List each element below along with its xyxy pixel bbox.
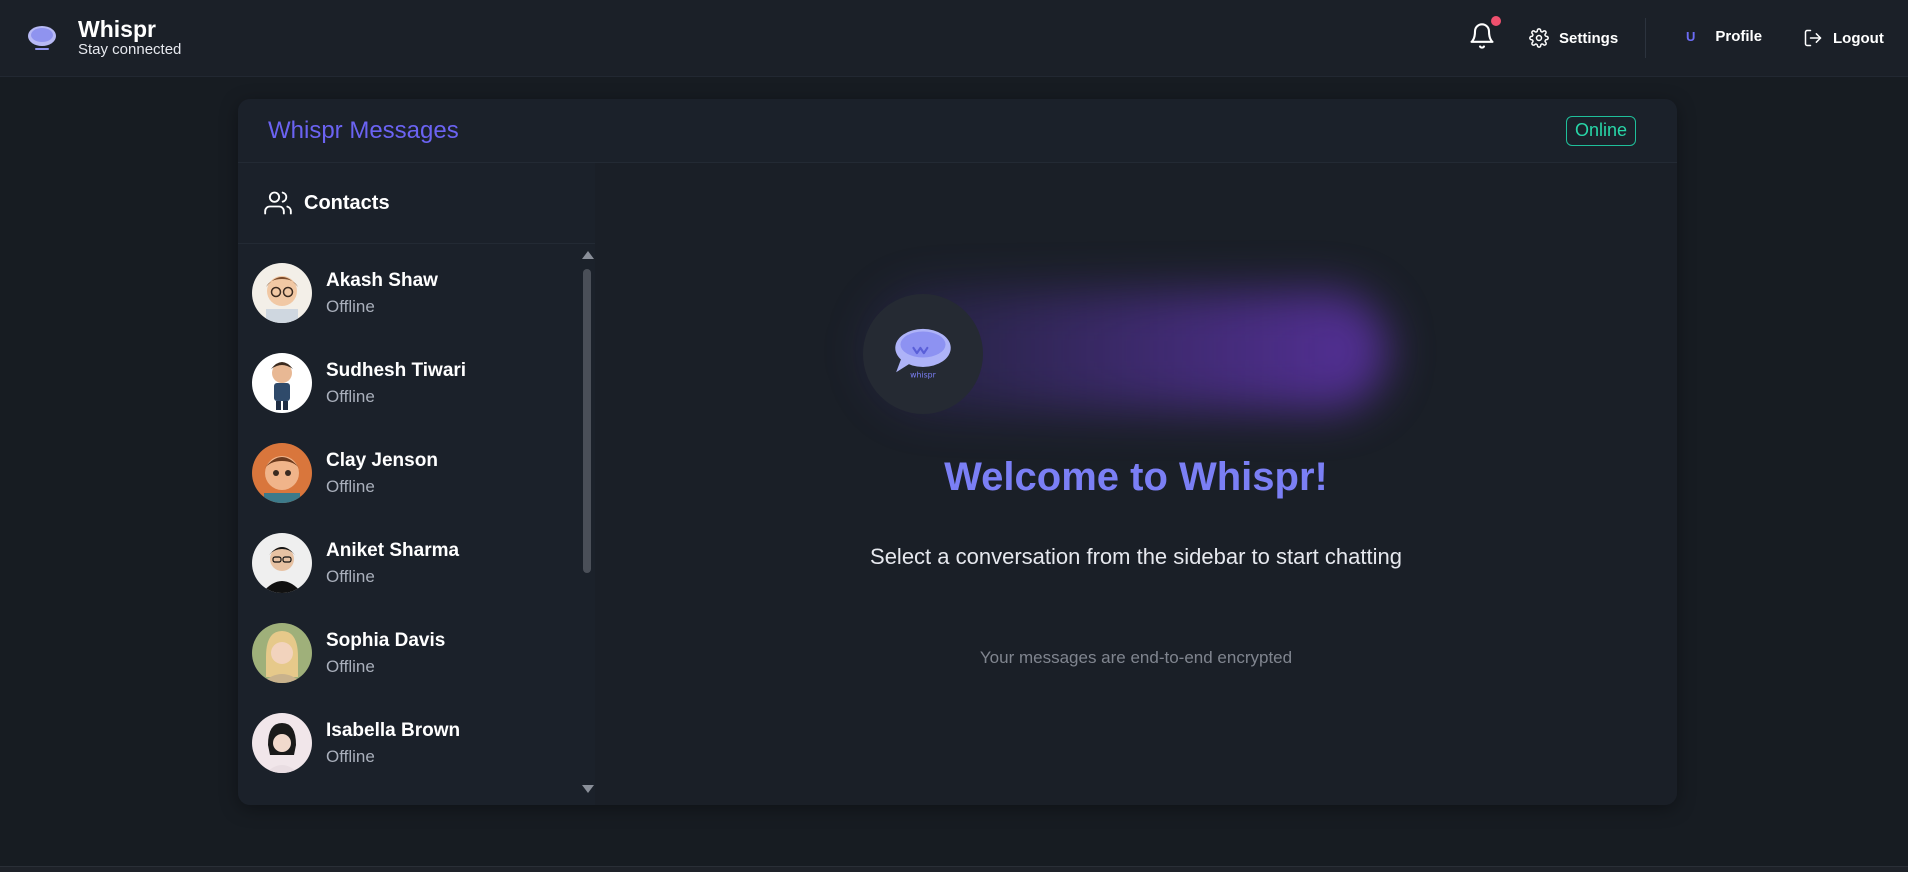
card-header: Whispr Messages Online: [238, 99, 1677, 163]
contact-item[interactable]: Clay Jenson Offline: [238, 428, 578, 518]
bottom-edge: [0, 866, 1908, 872]
logout-label: Logout: [1833, 29, 1884, 47]
logout-button[interactable]: Logout: [1803, 28, 1884, 48]
settings-label: Settings: [1559, 29, 1619, 47]
gear-icon: [1529, 28, 1549, 48]
notification-dot: [1491, 16, 1501, 26]
contacts-title: Contacts: [304, 191, 390, 214]
contact-item[interactable]: Aniket Sharma Offline: [238, 518, 578, 608]
logout-icon: [1804, 29, 1822, 47]
contact-name: Isabella Brown: [326, 719, 461, 741]
avatar: [252, 533, 312, 593]
scroll-thumb[interactable]: [583, 269, 591, 573]
contact-item[interactable]: Sophia Davis Offline: [238, 608, 578, 698]
notification-bell-icon[interactable]: [1468, 22, 1496, 50]
settings-button[interactable]: Settings: [1529, 28, 1618, 48]
scroll-up-arrow[interactable]: [582, 251, 594, 259]
avatar: [252, 263, 312, 323]
profile-avatar: U: [1686, 29, 1696, 44]
avatar: [252, 353, 312, 413]
chat-bubble-logo-icon: [28, 25, 56, 50]
avatar: [252, 713, 312, 773]
app-name: Whispr: [78, 16, 156, 43]
profile-button[interactable]: U Profile: [1686, 28, 1762, 45]
users-icon: [264, 191, 292, 215]
status-badge: Online: [1566, 116, 1637, 146]
avatar: [252, 443, 312, 503]
chat-bubble-logo-icon: whispr: [895, 328, 951, 379]
contacts-header: Contacts: [238, 163, 595, 244]
contact-name: Aniket Sharma: [326, 539, 460, 561]
scroll-down-arrow[interactable]: [582, 785, 594, 793]
scrollbar-overlay: [238, 99, 594, 793]
encryption-note: Your messages are end-to-end encrypted: [979, 648, 1293, 667]
messages-card: Whispr Messages Online Contacts Akash Sh…: [238, 99, 1677, 805]
logo-text: whispr: [910, 370, 936, 379]
contact-status: Offline: [326, 746, 375, 766]
contact-name: Sophia Davis: [326, 629, 446, 651]
hero-logo: whispr: [863, 294, 983, 414]
card-title: Whispr Messages: [268, 117, 459, 144]
contact-list[interactable]: Akash Shaw Offline Sudhesh Tiwari Offlin…: [238, 245, 578, 805]
contact-status: Offline: [326, 296, 375, 316]
welcome-title: Welcome to Whispr!: [944, 455, 1328, 499]
welcome-panel: whispr Welcome to Whispr! Select a conve…: [595, 163, 1677, 805]
navbar-divider: [1645, 18, 1646, 58]
contact-status: Offline: [326, 566, 375, 586]
welcome-subtitle: Select a conversation from the sidebar t…: [870, 544, 1402, 569]
contacts-sidebar: Contacts Akash Shaw Offline Sudhesh Tiwa…: [238, 163, 595, 805]
avatar: [252, 623, 312, 683]
contact-status: Offline: [326, 476, 375, 496]
app-tagline: Stay connected: [78, 41, 182, 59]
contact-status: Offline: [326, 656, 375, 676]
contact-name: Clay Jenson: [326, 449, 438, 471]
contact-item[interactable]: Sudhesh Tiwari Offline: [238, 338, 578, 428]
top-navbar: Whispr Stay connected: [0, 0, 1908, 77]
brand[interactable]: Whispr Stay connected: [26, 16, 182, 59]
profile-label: Profile: [1715, 28, 1763, 45]
contact-name: Sudhesh Tiwari: [326, 359, 467, 381]
contact-status: Offline: [326, 386, 375, 406]
contact-name: Akash Shaw: [326, 269, 438, 291]
contact-item[interactable]: Akash Shaw Offline: [238, 248, 578, 338]
contact-item[interactable]: Isabella Brown Offline: [238, 698, 578, 788]
